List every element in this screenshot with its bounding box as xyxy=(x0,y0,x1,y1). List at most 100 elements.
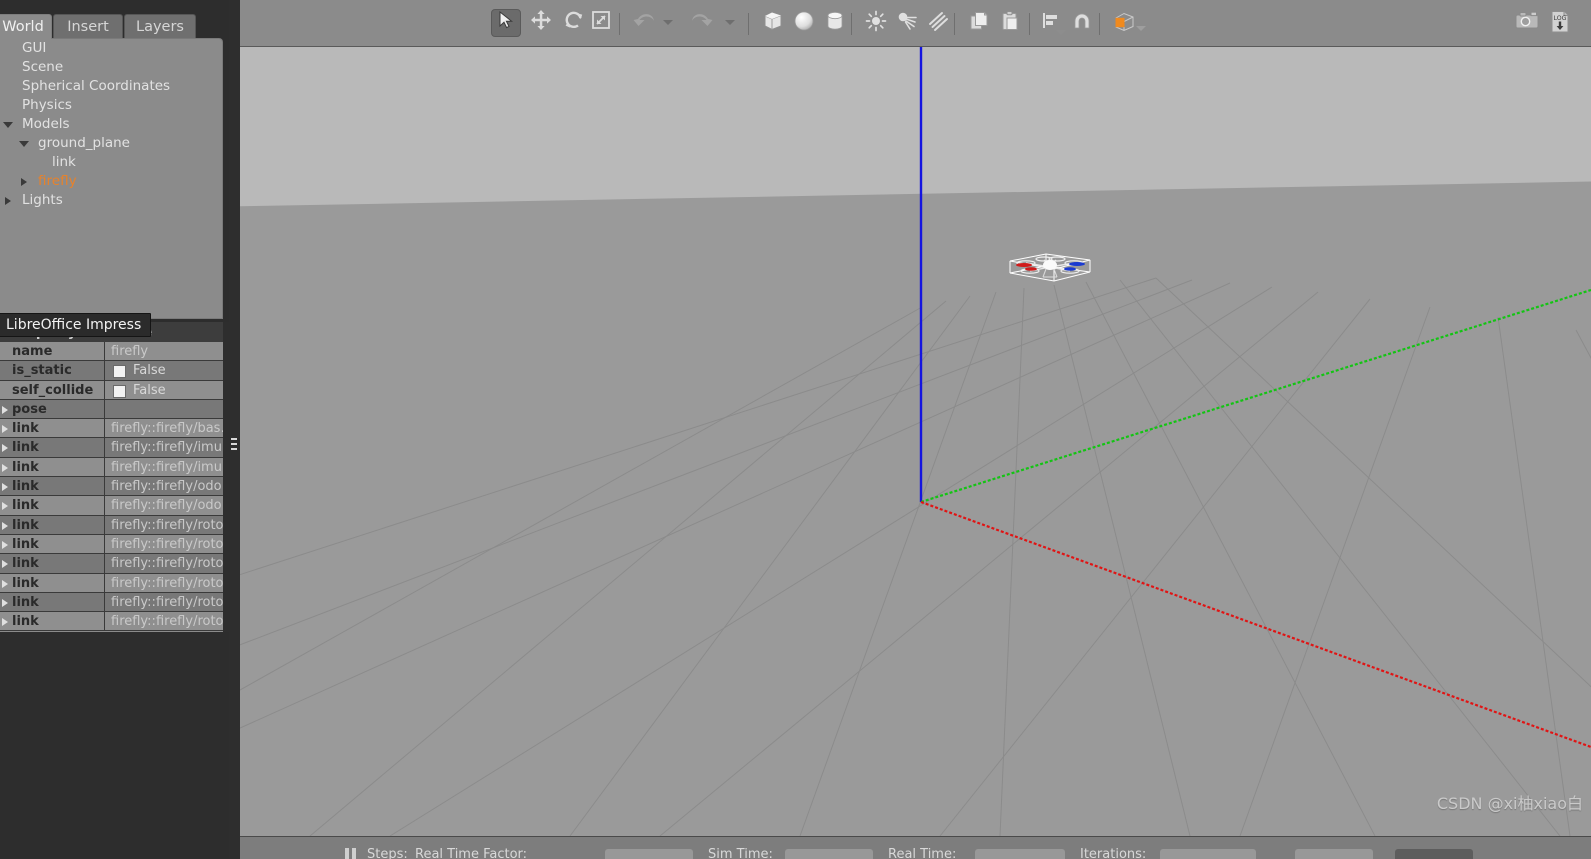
viewport-3d[interactable]: CSDN @xi柚xiao白 xyxy=(240,46,1591,836)
firefly-drone-model[interactable] xyxy=(1000,243,1100,293)
spot-light-button[interactable] xyxy=(892,9,922,37)
property-checkbox[interactable] xyxy=(113,384,126,398)
property-row[interactable]: link firefly::firefly/imu… xyxy=(0,438,223,458)
log-button[interactable]: LOG xyxy=(1545,9,1575,37)
scale-mode-button[interactable] xyxy=(586,9,616,37)
column-divider xyxy=(104,534,105,554)
redo-dropdown-caret[interactable] xyxy=(725,20,735,25)
screenshot-button[interactable] xyxy=(1512,9,1542,37)
pause-button[interactable] xyxy=(345,848,356,859)
property-row[interactable]: name firefly xyxy=(0,342,223,362)
chevron-right-icon[interactable] xyxy=(2,483,8,492)
cursor-arrow-icon xyxy=(499,10,514,29)
property-value: firefly::firefly/bas… xyxy=(111,421,223,437)
splitter-handle[interactable] xyxy=(231,438,237,454)
property-row[interactable]: link firefly::firefly/roto… xyxy=(0,573,223,593)
property-row[interactable]: pose xyxy=(0,399,223,420)
point-light-button[interactable] xyxy=(861,9,891,37)
chevron-right-icon[interactable] xyxy=(2,502,8,511)
rotate-mode-button[interactable] xyxy=(559,9,589,37)
insert-cylinder-button[interactable] xyxy=(820,9,850,37)
tab-world[interactable]: World xyxy=(0,14,52,39)
chevron-right-icon[interactable] xyxy=(2,560,8,569)
chevron-right-icon[interactable] xyxy=(2,598,8,607)
chevron-right-icon[interactable] xyxy=(2,425,8,434)
chevron-right-icon[interactable] xyxy=(2,405,8,414)
property-row[interactable]: link firefly::firefly/imu… xyxy=(0,457,223,478)
property-table[interactable]: Property Value namefireflyis_staticFalse… xyxy=(0,322,223,632)
redo-button[interactable] xyxy=(688,9,718,37)
chevron-right-icon[interactable] xyxy=(2,444,8,453)
property-row[interactable]: self_collide False xyxy=(0,380,223,400)
property-row[interactable]: link firefly::firefly/odo… xyxy=(0,496,223,516)
gazebo-window: World Insert Layers GUI Scene Spherical Co… xyxy=(0,0,1591,859)
tree-item-label: GUI xyxy=(22,40,47,56)
directional-light-button[interactable] xyxy=(923,9,953,37)
property-value: firefly xyxy=(111,344,149,359)
property-row[interactable]: link firefly::firefly/odo… xyxy=(0,477,223,497)
align-dropdown-caret[interactable] xyxy=(1056,30,1066,35)
tree-item-gui[interactable]: GUI xyxy=(0,39,222,58)
tree-item-scene[interactable]: Scene xyxy=(0,58,222,77)
point-light-icon xyxy=(865,10,887,32)
undo-button[interactable] xyxy=(628,9,658,37)
world-tree[interactable]: GUI Scene Spherical Coordinates Physics Mode… xyxy=(0,38,223,319)
tab-insert[interactable]: Insert xyxy=(53,14,123,39)
insert-box-button[interactable] xyxy=(758,9,788,37)
chevron-right-icon[interactable] xyxy=(2,540,8,549)
panel-splitter[interactable] xyxy=(229,0,240,858)
chevron-right-icon[interactable] xyxy=(21,178,27,186)
paste-button[interactable] xyxy=(995,9,1025,37)
property-row[interactable]: link firefly::firefly/roto… xyxy=(0,612,223,632)
column-divider xyxy=(104,438,105,457)
property-row[interactable]: link firefly::firefly/roto… xyxy=(0,592,223,613)
property-row[interactable]: link firefly::firefly/roto… xyxy=(0,554,223,574)
tree-item-lights[interactable]: Lights xyxy=(0,191,222,210)
chevron-down-icon[interactable] xyxy=(19,141,29,147)
property-row[interactable]: link firefly::firefly/roto… xyxy=(0,515,223,535)
chevron-right-icon[interactable] xyxy=(2,618,8,627)
translate-mode-button[interactable] xyxy=(526,9,556,37)
chevron-right-icon[interactable] xyxy=(2,521,8,530)
x-axis xyxy=(920,500,1591,749)
undo-dropdown-caret[interactable] xyxy=(663,20,673,25)
property-key: link xyxy=(12,459,39,475)
property-row[interactable]: is_static False xyxy=(0,361,223,381)
column-divider xyxy=(104,592,105,612)
insert-sphere-button[interactable] xyxy=(789,9,819,37)
column-divider xyxy=(104,380,105,399)
property-value: firefly::firefly/roto… xyxy=(111,594,223,610)
tree-item-models[interactable]: Models xyxy=(0,115,222,134)
move-arrows-icon xyxy=(531,10,551,30)
chevron-down-icon[interactable] xyxy=(3,122,13,128)
tree-item-firefly[interactable]: firefly xyxy=(0,172,222,191)
property-key: link xyxy=(12,479,39,495)
tree-item-spherical-coordinates[interactable]: Spherical Coordinates xyxy=(0,77,222,96)
panel-tab-strip: World Insert Layers xyxy=(0,14,229,39)
property-value: firefly::firefly/roto… xyxy=(111,614,223,630)
svg-text:LOG: LOG xyxy=(1554,15,1567,22)
property-row[interactable]: link firefly::firefly/bas… xyxy=(0,419,223,439)
chevron-right-icon[interactable] xyxy=(2,463,8,472)
tree-item-ground-plane[interactable]: ground_plane xyxy=(0,134,222,153)
snap-button[interactable] xyxy=(1067,9,1097,37)
column-divider xyxy=(104,554,105,573)
property-key: link xyxy=(12,614,39,630)
view-mode-button[interactable] xyxy=(1109,9,1139,37)
view-mode-dropdown-caret[interactable] xyxy=(1136,26,1146,31)
column-divider xyxy=(104,496,105,515)
chevron-right-icon[interactable] xyxy=(5,197,11,205)
status-bar: Steps: Real Time Factor: Sim Time: Real … xyxy=(240,836,1591,859)
tree-item-link[interactable]: link xyxy=(0,153,222,172)
tree-item-label: Physics xyxy=(22,97,72,113)
property-checkbox[interactable] xyxy=(113,365,126,379)
property-row[interactable]: link firefly::firefly/roto… xyxy=(0,534,223,555)
column-divider xyxy=(104,361,105,380)
copy-button[interactable] xyxy=(964,9,994,37)
tab-layers[interactable]: Layers xyxy=(124,14,196,39)
rotate-icon xyxy=(565,11,583,29)
tree-item-physics[interactable]: Physics xyxy=(0,96,222,115)
select-mode-button[interactable] xyxy=(491,9,521,37)
chevron-right-icon[interactable] xyxy=(2,579,8,588)
tree-item-label: Models xyxy=(22,116,70,132)
